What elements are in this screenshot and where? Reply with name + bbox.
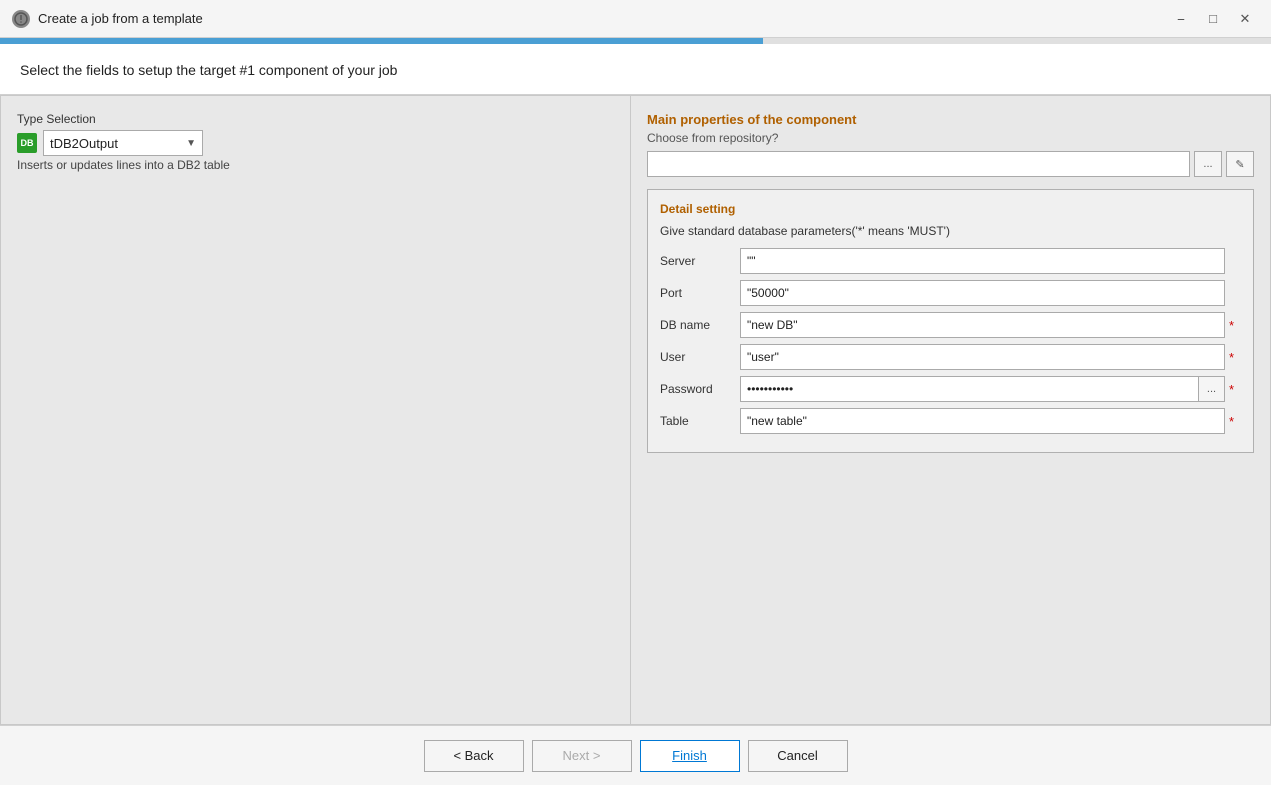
table-label: Table xyxy=(660,414,740,428)
dialog-body: Type Selection DB tDB2Output ▼ Inserts o… xyxy=(0,95,1271,725)
dialog-header: Select the fields to setup the target #1… xyxy=(0,44,1271,95)
type-dropdown-text: tDB2Output xyxy=(50,136,182,151)
dbname-row: DB name * xyxy=(660,312,1241,338)
chevron-down-icon: ▼ xyxy=(186,138,196,149)
type-selection-label: Type Selection xyxy=(17,112,614,126)
minimize-button[interactable]: ⎯ xyxy=(1167,7,1195,31)
table-required: * xyxy=(1229,414,1241,429)
progress-bar xyxy=(0,38,1271,44)
main-props-title: Main properties of the component xyxy=(647,112,1254,127)
db-params-label: Give standard database parameters('*' me… xyxy=(660,224,1241,238)
close-button[interactable]: ✕ xyxy=(1231,7,1259,31)
right-panel: Main properties of the component Choose … xyxy=(631,96,1270,724)
back-button[interactable]: < Back xyxy=(424,740,524,772)
port-row: Port xyxy=(660,280,1241,306)
password-ellipsis-button[interactable]: ... xyxy=(1199,376,1225,402)
user-label: User xyxy=(660,350,740,364)
detail-setting-title: Detail setting xyxy=(660,202,1241,216)
progress-fill xyxy=(0,38,763,44)
next-button[interactable]: Next > xyxy=(532,740,632,772)
password-row: Password ... * xyxy=(660,376,1241,402)
user-input[interactable] xyxy=(740,344,1225,370)
dialog-title: Create a job from a template xyxy=(38,11,1167,26)
server-input[interactable] xyxy=(740,248,1225,274)
type-selection-section: Type Selection DB tDB2Output ▼ Inserts o… xyxy=(17,112,614,172)
user-row: User * xyxy=(660,344,1241,370)
dbname-required: * xyxy=(1229,318,1241,333)
repo-ellipsis-button[interactable]: ... xyxy=(1194,151,1222,177)
server-row: Server xyxy=(660,248,1241,274)
user-required: * xyxy=(1229,350,1241,365)
table-row: Table * xyxy=(660,408,1241,434)
port-label: Port xyxy=(660,286,740,300)
dbname-label: DB name xyxy=(660,318,740,332)
maximize-button[interactable]: □ xyxy=(1199,7,1227,31)
detail-setting-box: Detail setting Give standard database pa… xyxy=(647,189,1254,453)
port-input[interactable] xyxy=(740,280,1225,306)
type-selection-row: DB tDB2Output ▼ xyxy=(17,130,614,156)
cancel-button[interactable]: Cancel xyxy=(748,740,848,772)
password-required: * xyxy=(1229,382,1241,397)
server-label: Server xyxy=(660,254,740,268)
password-input[interactable] xyxy=(740,376,1199,402)
repo-edit-button[interactable]: ✎ xyxy=(1226,151,1254,177)
repo-input[interactable] xyxy=(647,151,1190,177)
window-controls: ⎯ □ ✕ xyxy=(1167,7,1259,31)
app-icon xyxy=(12,10,30,28)
table-input[interactable] xyxy=(740,408,1225,434)
component-description: Inserts or updates lines into a DB2 tabl… xyxy=(17,158,614,172)
password-label: Password xyxy=(660,382,740,396)
header-text: Select the fields to setup the target #1… xyxy=(20,62,397,78)
dialog-footer: < Back Next > Finish Cancel xyxy=(0,725,1271,785)
repo-input-row: ... ✎ xyxy=(647,151,1254,177)
title-bar: Create a job from a template ⎯ □ ✕ xyxy=(0,0,1271,38)
dbname-input[interactable] xyxy=(740,312,1225,338)
component-icon: DB xyxy=(17,133,37,153)
left-panel: Type Selection DB tDB2Output ▼ Inserts o… xyxy=(1,96,631,724)
finish-button[interactable]: Finish xyxy=(640,740,740,772)
password-input-group: ... xyxy=(740,376,1225,402)
choose-repo-label: Choose from repository? xyxy=(647,131,1254,145)
type-dropdown[interactable]: tDB2Output ▼ xyxy=(43,130,203,156)
